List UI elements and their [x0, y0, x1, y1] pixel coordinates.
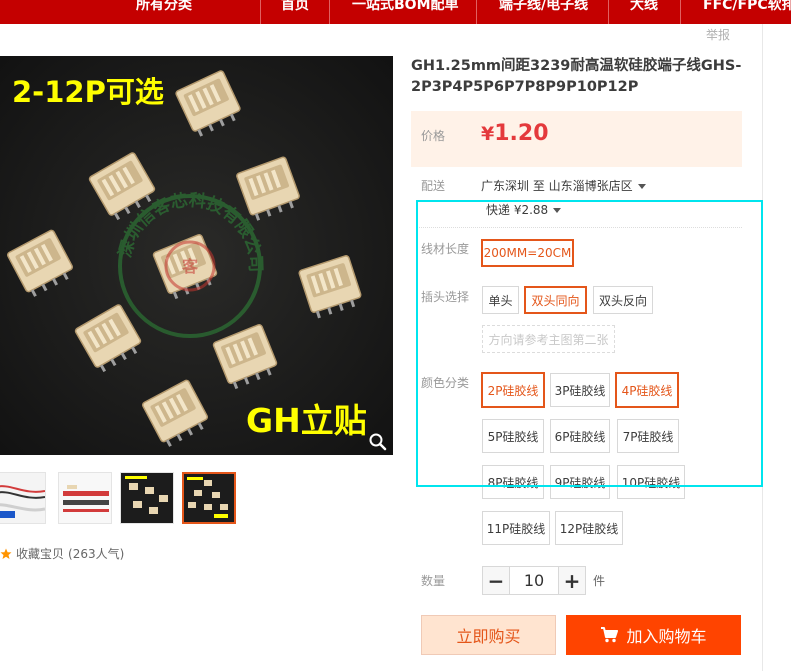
express-fee[interactable]: 快递 ¥2.88	[486, 201, 562, 218]
price-amount: 1.20	[494, 121, 549, 146]
shipping-label: 配送	[421, 179, 446, 193]
svg-text:客: 客	[182, 257, 199, 276]
product-page: 所有分类 首页 一站式BOM配单 端子线/电子线 大线 FFC/FPC软排 举报	[0, 0, 791, 671]
plug-option-double-same[interactable]: 双头同向	[524, 286, 587, 314]
thumbnail-2[interactable]	[58, 472, 112, 524]
quantity-stepper: − 10 +	[482, 566, 586, 595]
nav-terminal-wire[interactable]: 端子线/电子线	[499, 0, 588, 24]
color-option-11p[interactable]: 11P硅胶线	[482, 511, 550, 545]
thumbnail-image	[0, 473, 45, 523]
color-option-3p[interactable]: 3P硅胶线	[550, 373, 610, 407]
shipping-route: 广东深圳 至 山东淄博张店区	[481, 179, 633, 193]
color-option-8p[interactable]: 8P硅胶线	[482, 465, 544, 499]
nav-bom[interactable]: 一站式BOM配单	[352, 0, 459, 24]
add-to-cart-button[interactable]: 加入购物车	[566, 615, 741, 655]
favorite-label: 收藏宝贝	[16, 547, 65, 561]
color-option-2p[interactable]: 2P硅胶线	[481, 372, 545, 408]
currency-symbol: ¥	[481, 123, 495, 145]
thumbnail-1[interactable]	[0, 472, 46, 524]
report-link[interactable]: 举报	[706, 26, 730, 43]
plug-label: 插头选择	[421, 290, 470, 304]
favorite-popularity: (263人气)	[68, 547, 125, 561]
color-option-5p[interactable]: 5P硅胶线	[482, 419, 544, 453]
overlay-top-text: 2-12P可选	[12, 75, 164, 109]
color-option-7p[interactable]: 7P硅胶线	[617, 419, 679, 453]
nav-separator	[680, 0, 681, 24]
shipping-destination[interactable]: 广东深圳 至 山东淄博张店区	[481, 177, 646, 194]
chevron-down-icon	[637, 184, 646, 189]
quantity-unit: 件	[593, 574, 606, 588]
favorite-link[interactable]: 收藏宝贝 (263人气)	[0, 545, 124, 562]
quantity-decrease-button[interactable]: −	[482, 566, 510, 595]
nav-big-wire[interactable]: 大线	[630, 0, 658, 24]
length-label: 线材长度	[421, 242, 470, 256]
buy-now-button[interactable]: 立即购买	[421, 615, 556, 655]
nav-home[interactable]: 首页	[281, 0, 309, 24]
length-option-200mm[interactable]: 200MM=20CM	[481, 239, 574, 267]
buy-now-label: 立即购买	[456, 627, 521, 646]
zoom-icon[interactable]	[368, 432, 388, 452]
color-label: 颜色分类	[421, 376, 470, 390]
section-divider	[419, 227, 742, 228]
color-option-12p[interactable]: 12P硅胶线	[555, 511, 623, 545]
color-option-9p[interactable]: 9P硅胶线	[550, 465, 610, 499]
nav-separator	[329, 0, 330, 24]
product-title: GH1.25mm间距3239耐高温软硅胶端子线GHS-2P3P4P5P6P7P8…	[411, 58, 742, 95]
thumbnail-image	[59, 473, 111, 523]
quantity-increase-button[interactable]: +	[558, 566, 586, 595]
plug-option-single[interactable]: 单头	[482, 286, 519, 314]
overlay-bottom-text: GH立贴	[246, 401, 367, 440]
color-option-4p[interactable]: 4P硅胶线	[615, 372, 679, 408]
nav-separator	[260, 0, 261, 24]
thumbnail-3[interactable]	[120, 472, 174, 524]
plug-option-double-reverse[interactable]: 双头反向	[593, 286, 653, 314]
connector-photo: 深圳信客芯科技有限公司 客 2-12P可选 GH立贴	[0, 56, 393, 455]
thumbnail-4-selected[interactable]	[182, 472, 236, 524]
cart-icon	[601, 627, 619, 643]
nav-separator	[608, 0, 609, 24]
color-option-10p[interactable]: 10P硅胶线	[617, 465, 685, 499]
main-product-image[interactable]: 深圳信客芯科技有限公司 客 2-12P可选 GH立贴	[0, 56, 393, 455]
thumbnail-image	[121, 473, 173, 523]
express-text: 快递 ¥2.88	[486, 203, 549, 217]
color-option-6p[interactable]: 6P硅胶线	[550, 419, 610, 453]
star-icon	[0, 548, 12, 559]
price-label: 价格	[421, 129, 446, 143]
column-divider	[762, 24, 763, 671]
thumbnail-image	[184, 474, 234, 522]
add-to-cart-label: 加入购物车	[626, 627, 707, 646]
plug-direction-hint: 方向请参考主图第二张	[482, 325, 615, 353]
price-value: ¥1.20	[481, 121, 549, 146]
price-panel: 价格 ¥1.20	[411, 111, 742, 167]
nav-separator	[476, 0, 477, 24]
nav-ffc-fpc[interactable]: FFC/FPC软排	[703, 0, 791, 24]
nav-all-categories[interactable]: 所有分类	[136, 0, 192, 24]
quantity-input[interactable]: 10	[510, 566, 558, 595]
top-nav: 所有分类 首页 一站式BOM配单 端子线/电子线 大线 FFC/FPC软排	[0, 0, 791, 24]
chevron-down-icon	[553, 208, 562, 213]
quantity-label: 数量	[421, 574, 446, 588]
